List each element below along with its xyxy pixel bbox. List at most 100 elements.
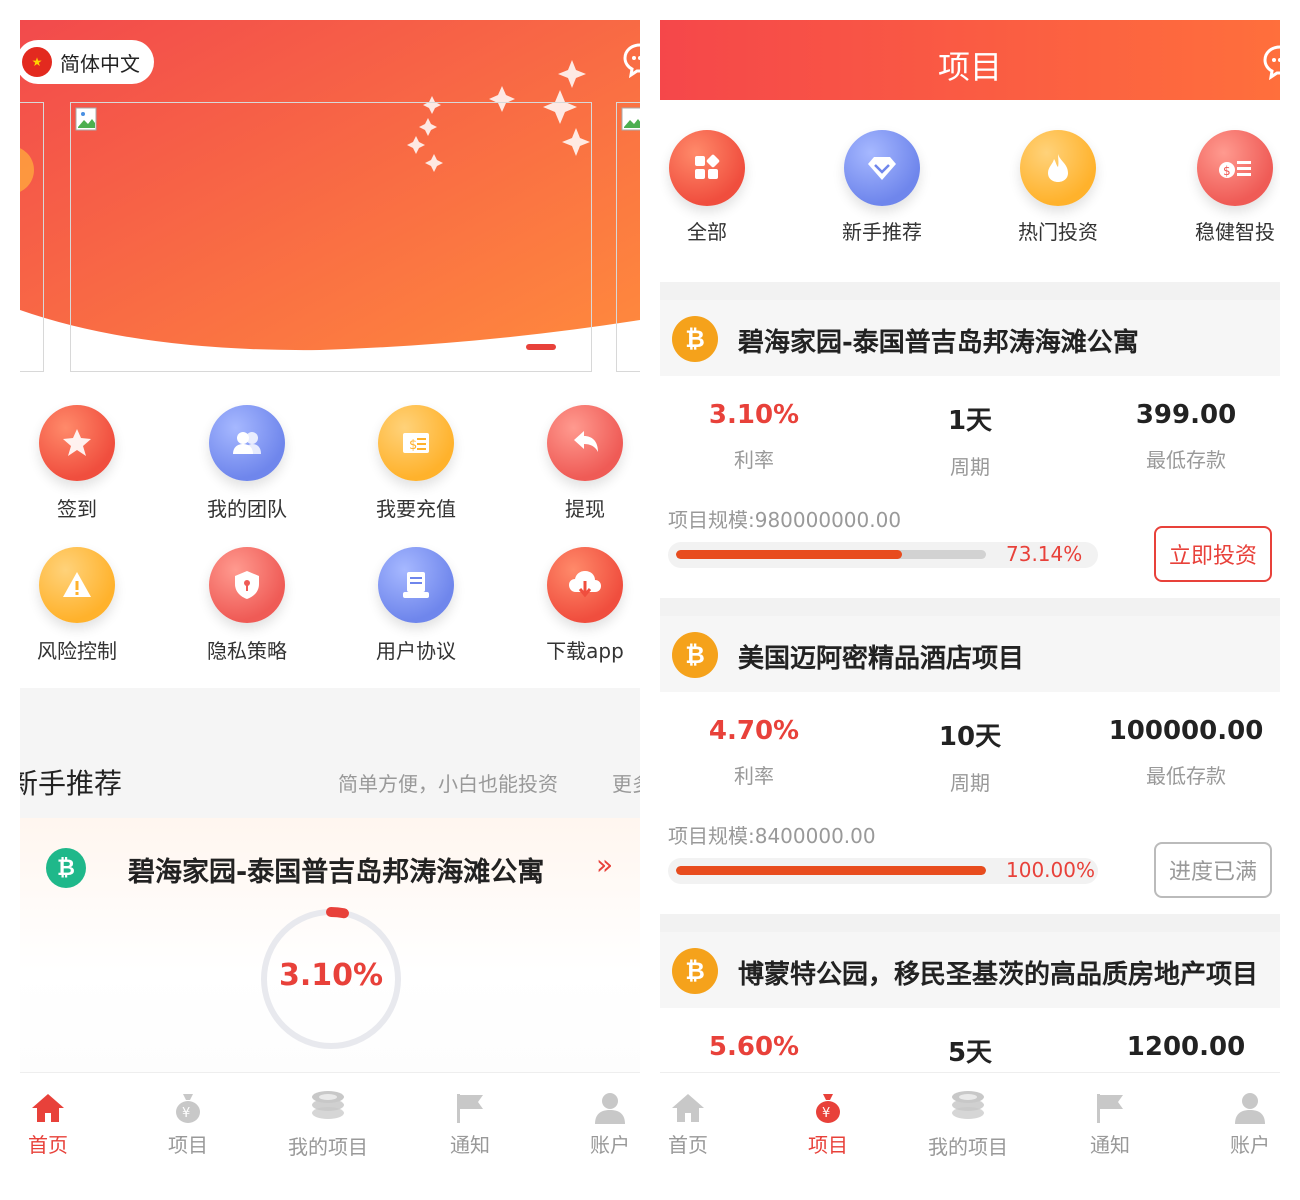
project-scale: 项目规模:980000000.00 — [668, 508, 902, 532]
home-icon — [660, 1091, 738, 1125]
tab-flag[interactable]: 通知 — [420, 1091, 520, 1158]
tab-label: 账户 — [1230, 1133, 1270, 1157]
category-label: 热门投资 — [1018, 220, 1098, 244]
menu-item-checkin[interactable]: 签到 — [20, 405, 137, 522]
category-newbie[interactable]: 新手推荐 — [817, 130, 947, 245]
withdraw-icon — [547, 405, 623, 481]
project-scale: 项目规模:8400000.00 — [668, 824, 876, 848]
progress-percent: 73.14% — [1006, 542, 1083, 566]
tab-money-bag[interactable]: ¥ 项目 — [778, 1091, 878, 1158]
carousel-dot[interactable] — [488, 344, 518, 350]
carousel-dot[interactable] — [450, 344, 480, 350]
chat-icon[interactable] — [1262, 44, 1280, 80]
chat-icon[interactable] — [622, 42, 640, 78]
period-value: 10天 — [938, 722, 1002, 752]
carousel-dot-active[interactable] — [526, 344, 556, 350]
full-progress-button[interactable]: 进度已满 — [1154, 842, 1272, 898]
quick-menu: 签到 我的团队 $ 我要充值 提现 风险控制 隐私策略 用户协议 下载app — [20, 405, 640, 685]
page-header: 项目 — [660, 20, 1280, 100]
progress-percent: 100.00% — [1006, 858, 1095, 882]
cloud-download-icon — [547, 547, 623, 623]
tab-label: 我的项目 — [928, 1135, 1008, 1159]
menu-item-privacy[interactable]: 隐私策略 — [187, 547, 307, 664]
banner-carousel[interactable]: ★ 简体中文 — [20, 20, 640, 372]
double-chevron-right-icon[interactable]: » — [596, 848, 613, 881]
min-deposit-label: 最低存款 — [1146, 448, 1226, 472]
menu-item-my-team[interactable]: 我的团队 — [187, 405, 307, 522]
tab-label: 通知 — [450, 1133, 490, 1157]
svg-text:¥: ¥ — [182, 1106, 190, 1121]
coins-icon — [918, 1087, 1018, 1127]
tab-coins[interactable]: 我的项目 — [918, 1087, 1018, 1160]
min-deposit-value: 399.00 — [1135, 400, 1237, 430]
category-steady[interactable]: $ 稳健智投 — [1170, 130, 1280, 245]
bottom-tab-bar: 首页 ¥ 项目 我的项目 通知 账户 — [660, 1072, 1280, 1180]
category-all[interactable]: 全部 — [660, 130, 772, 245]
home-icon — [20, 1091, 98, 1125]
tab-flag[interactable]: 通知 — [1060, 1091, 1160, 1158]
menu-item-recharge[interactable]: $ 我要充值 — [356, 405, 476, 522]
svg-text:$: $ — [1223, 164, 1231, 178]
section-subtitle: 简单方便，小白也能投资 — [338, 772, 558, 796]
min-deposit-label: 最低存款 — [1146, 764, 1226, 788]
menu-item-risk-control[interactable]: 风险控制 — [20, 547, 137, 664]
tab-user[interactable]: 账户 — [560, 1091, 640, 1158]
tab-user[interactable]: 账户 — [1200, 1091, 1280, 1158]
tab-label: 项目 — [808, 1133, 848, 1157]
project-header: ₿ 美国迈阿密精品酒店项目 — [660, 616, 1280, 692]
menu-item-user-agreement[interactable]: 用户协议 — [356, 547, 476, 664]
period-value: 5天 — [947, 1038, 993, 1068]
more-link[interactable]: 更多 — [612, 768, 640, 797]
menu-item-withdraw[interactable]: 提现 — [525, 405, 640, 522]
stat-min-deposit: 399.00 最低存款 — [1086, 400, 1280, 473]
menu-label: 用户协议 — [376, 639, 456, 663]
progress-track — [676, 550, 986, 559]
category-hot[interactable]: 热门投资 — [993, 130, 1123, 245]
project-card[interactable]: ₿ 美国迈阿密精品酒店项目 4.70% 利率 10天 周期 100000.00 … — [660, 616, 1280, 916]
invest-now-button[interactable]: 立即投资 — [1154, 526, 1272, 582]
menu-item-download-app[interactable]: 下载app — [525, 547, 640, 664]
progress-track — [676, 866, 986, 875]
project-name: 碧海家园-泰国普吉岛邦涛海滩公寓 — [738, 328, 1139, 358]
recommend-section-header: 新手推荐 简单方便，小白也能投资 更多 — [20, 750, 640, 814]
bitcoin-icon: ₿ — [672, 632, 718, 678]
project-card[interactable]: ₿ 碧海家园-泰国普吉岛邦涛海滩公寓 3.10% 利率 1天 周期 399.00… — [660, 300, 1280, 600]
progress-bar: 100.00% — [668, 858, 1098, 884]
section-divider — [660, 282, 1280, 300]
flame-icon — [1020, 130, 1096, 206]
svg-text:$: $ — [409, 438, 417, 453]
tab-label: 项目 — [168, 1133, 208, 1157]
tab-coins[interactable]: 我的项目 — [278, 1087, 378, 1160]
slide-frame-current — [70, 102, 592, 372]
featured-project-name: 碧海家园-泰国普吉岛邦涛海滩公寓 — [128, 857, 545, 888]
category-label: 稳健智投 — [1195, 220, 1275, 244]
bottom-tab-bar: 首页 ¥ 项目 我的项目 通知 账户 — [20, 1072, 640, 1180]
slide-frame-prev — [20, 102, 44, 372]
bitcoin-icon: ₿ — [46, 848, 86, 888]
progress-fill — [676, 550, 903, 559]
grid-icon — [669, 130, 745, 206]
tab-money-bag[interactable]: ¥ 项目 — [138, 1091, 238, 1158]
tab-home[interactable]: 首页 — [20, 1091, 98, 1158]
progress-bar: 73.14% — [668, 542, 1098, 568]
stat-period: 1天 周期 — [870, 400, 1070, 480]
period-value: 1天 — [947, 406, 993, 436]
bitcoin-icon: ₿ — [672, 948, 718, 994]
diamond-icon — [844, 130, 920, 206]
menu-label: 提现 — [565, 497, 605, 521]
language-selector[interactable]: ★ 简体中文 — [20, 40, 154, 84]
tab-home[interactable]: 首页 — [660, 1091, 738, 1158]
stat-min-deposit: 100000.00 最低存款 — [1086, 716, 1280, 789]
stat-rate: 4.70% 利率 — [660, 716, 854, 789]
featured-project-card[interactable]: ₿ 碧海家园-泰国普吉岛邦涛海滩公寓 » 3.10% — [20, 818, 640, 1073]
rate-label: 利率 — [734, 764, 774, 788]
language-label: 简体中文 — [60, 51, 140, 76]
featured-rate: 3.10% — [278, 958, 384, 993]
broken-image-icon — [75, 107, 97, 131]
min-deposit-value: 1200.00 — [1126, 1032, 1246, 1062]
china-flag-icon: ★ — [22, 47, 52, 77]
document-icon — [378, 547, 454, 623]
section-divider — [660, 914, 1280, 932]
category-tabs: 全部 新手推荐 热门投资 $ 稳健智投 — [660, 130, 1280, 280]
home-screen: ★ 简体中文 签到 我的团队 $ 我要充值 提现 风险控制 隐私策略 用户协议 … — [20, 20, 640, 1180]
